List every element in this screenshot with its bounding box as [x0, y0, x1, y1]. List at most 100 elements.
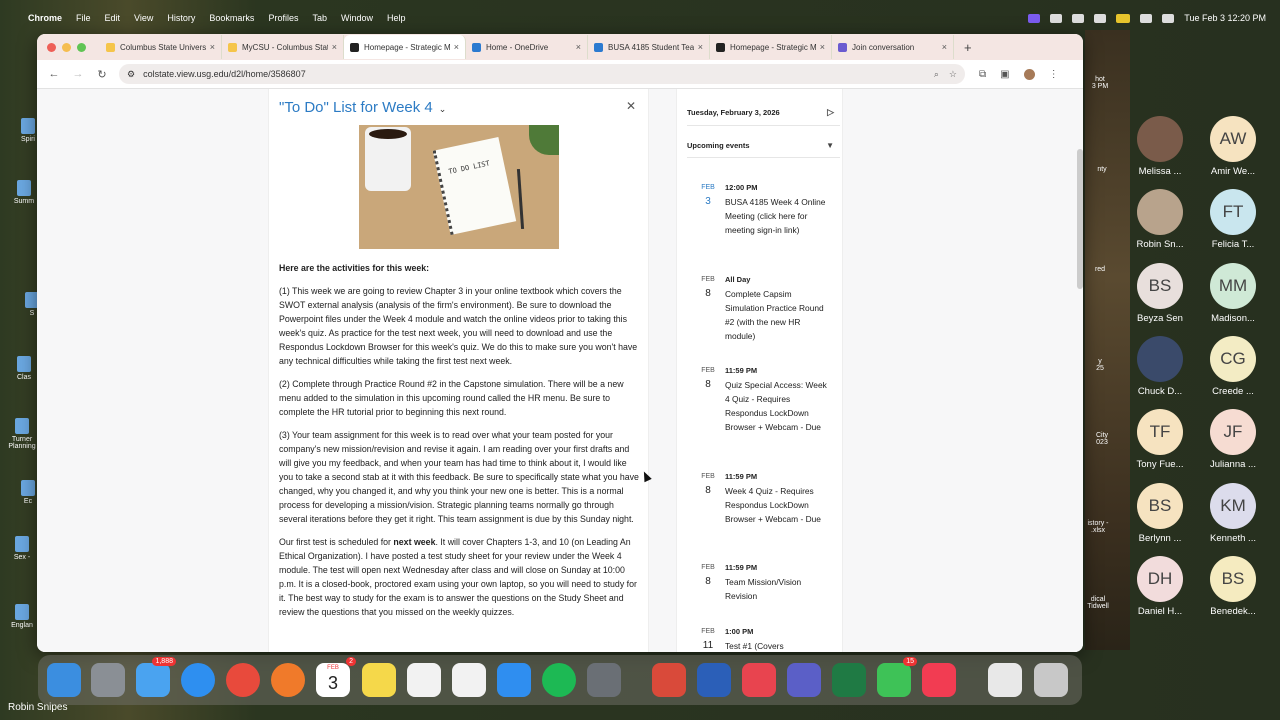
calendar-event[interactable]: FEB 11 1:00 PM Test #1 (Covers	[697, 625, 827, 652]
event-title[interactable]: Week 4 Quiz - Requires Respondus LockDow…	[725, 484, 827, 526]
screen-share-icon[interactable]	[1028, 13, 1041, 23]
battery-icon[interactable]	[1116, 13, 1131, 23]
participant-tile[interactable]: MM Madison...	[1198, 262, 1268, 324]
event-title[interactable]: Complete Capsim Simulation Practice Roun…	[725, 287, 827, 343]
word-icon[interactable]	[697, 663, 731, 697]
browser-tab[interactable]: Columbus State Universit ×	[100, 35, 222, 59]
chrome-icon[interactable]	[226, 663, 260, 697]
browser-tab[interactable]: Join conversation ×	[832, 35, 954, 59]
zoom-icon[interactable]: ⌕	[934, 69, 939, 80]
app-store-icon[interactable]	[497, 663, 531, 697]
participant-tile[interactable]: Melissa ...	[1125, 116, 1195, 177]
profile-avatar[interactable]	[1023, 68, 1035, 80]
browser-tab[interactable]: Homepage - Strategic M ×	[710, 35, 832, 59]
participant-tile[interactable]: TF Tony Fue...	[1125, 409, 1195, 470]
event-title[interactable]: BUSA 4185 Week 4 Online Meeting (click h…	[725, 195, 827, 237]
participant-tile[interactable]: JF Julianna ...	[1198, 409, 1268, 470]
excel-icon[interactable]	[832, 663, 866, 697]
desktop-file[interactable]: Sex -	[2, 536, 42, 561]
minimize-window-button[interactable]	[62, 42, 71, 52]
menu-app-name[interactable]: Chrome	[28, 13, 62, 23]
page-scrollbar[interactable]	[1077, 149, 1083, 289]
desktop-file[interactable]: red	[1080, 266, 1120, 273]
calendar-date-header[interactable]: Tuesday, February 3, 2026 ▷	[687, 99, 840, 126]
calendar-event[interactable]: FEB 8 11:59 PM Team Mission/Vision Revis…	[697, 561, 827, 603]
browser-tab[interactable]: BUSA 4185 Student Team ×	[588, 35, 710, 59]
mail-icon[interactable]: 1,888	[136, 657, 176, 697]
more-menu-icon[interactable]: ⋮	[1049, 69, 1059, 80]
extensions-icon[interactable]: ⧉	[979, 69, 986, 80]
participant-tile[interactable]: Robin Sn...	[1125, 189, 1195, 250]
next-day-icon[interactable]: ▷	[827, 107, 834, 118]
iphone-mirroring-icon[interactable]	[587, 663, 621, 697]
powerpoint-icon[interactable]	[652, 663, 686, 697]
close-tab-icon[interactable]: ×	[210, 42, 215, 52]
site-info-icon[interactable]: ⚙	[127, 69, 135, 80]
participant-tile[interactable]: BS Beyza Sen	[1125, 262, 1195, 324]
bluetooth-icon[interactable]	[1094, 13, 1107, 23]
back-arrow-icon[interactable]: ←	[47, 68, 61, 80]
reminders-icon[interactable]	[407, 663, 441, 697]
close-tab-icon[interactable]: ×	[942, 42, 947, 52]
caret-down-icon[interactable]: ▼	[826, 141, 834, 150]
event-title[interactable]: Test #1 (Covers	[725, 639, 827, 652]
downloads-stack-icon[interactable]	[988, 663, 1022, 697]
participant-tile[interactable]: AW Amir We...	[1198, 116, 1268, 177]
participant-tile[interactable]: Chuck D...	[1125, 335, 1195, 397]
safari-icon[interactable]	[181, 663, 215, 697]
forward-arrow-icon[interactable]: →	[71, 68, 85, 80]
desktop-file[interactable]: Turner Planning	[2, 418, 42, 450]
menu-file[interactable]: File	[76, 13, 91, 23]
participant-tile[interactable]: BS Berlynn ...	[1125, 482, 1195, 544]
menu-history[interactable]: History	[167, 13, 195, 23]
menu-help[interactable]: Help	[387, 13, 406, 23]
zoom-window-button[interactable]	[77, 42, 86, 52]
close-tab-icon[interactable]: ×	[332, 42, 337, 52]
new-tab-button[interactable]: +	[964, 40, 972, 55]
photos-icon[interactable]	[452, 663, 486, 697]
bookmark-star-icon[interactable]: ☆	[949, 69, 957, 80]
menu-bookmarks[interactable]: Bookmarks	[209, 13, 254, 23]
firefox-icon[interactable]	[271, 663, 305, 697]
chevron-down-icon[interactable]: ⌄	[439, 104, 447, 114]
calendar-event[interactable]: FEB 3 12:00 PM BUSA 4185 Week 4 Online M…	[697, 181, 827, 237]
close-icon[interactable]: ✕	[626, 99, 636, 113]
side-panel-icon[interactable]: ▣	[1000, 69, 1009, 80]
news-icon[interactable]	[742, 663, 776, 697]
desktop-file[interactable]: Englan	[2, 604, 42, 629]
spotify-icon[interactable]	[542, 663, 576, 697]
upcoming-events-toggle[interactable]: Upcoming events ▼	[687, 133, 840, 158]
menu-window[interactable]: Window	[341, 13, 373, 23]
finder-icon[interactable]	[47, 663, 81, 697]
close-tab-icon[interactable]: ×	[698, 42, 703, 52]
address-bar[interactable]: ⚙ colstate.view.usg.edu/d2l/home/3586807…	[119, 64, 965, 84]
close-tab-icon[interactable]: ×	[820, 42, 825, 52]
calendar-event[interactable]: FEB 8 11:59 PM Quiz Special Access: Week…	[697, 364, 827, 434]
music-icon[interactable]	[922, 663, 956, 697]
calendar-app-icon[interactable]: FEB 3 2	[316, 657, 356, 697]
desktop-file[interactable]: istory - .xlsx	[1078, 520, 1118, 534]
desktop-file[interactable]: hot 3 PM	[1080, 76, 1120, 90]
desktop-file[interactable]: City 023	[1082, 432, 1122, 446]
participant-tile[interactable]: KM Kenneth ...	[1198, 482, 1268, 544]
participant-tile[interactable]: CG Creede ...	[1198, 335, 1268, 397]
close-tab-icon[interactable]: ×	[454, 42, 459, 52]
airdrop-icon[interactable]	[1072, 13, 1085, 23]
control-center-icon[interactable]	[1162, 13, 1175, 23]
menu-tab[interactable]: Tab	[312, 13, 327, 23]
todo-title[interactable]: "To Do" List for Week 4 ⌄	[279, 99, 446, 116]
browser-tab[interactable]: Home - OneDrive ×	[466, 35, 588, 59]
menubar-clock[interactable]: Tue Feb 3 12:20 PM	[1184, 13, 1266, 23]
menu-profiles[interactable]: Profiles	[268, 13, 298, 23]
messages-icon[interactable]: 15	[877, 657, 917, 697]
desktop-file[interactable]: y 25	[1080, 358, 1120, 372]
teams-icon[interactable]	[787, 663, 821, 697]
calendar-event[interactable]: FEB 8 11:59 PM Week 4 Quiz - Requires Re…	[697, 470, 827, 526]
menu-edit[interactable]: Edit	[105, 13, 121, 23]
calendar-event[interactable]: FEB 8 All Day Complete Capsim Simulation…	[697, 273, 827, 343]
reload-icon[interactable]: ↻	[95, 68, 109, 81]
menu-view[interactable]: View	[134, 13, 153, 23]
event-title[interactable]: Quiz Special Access: Week 4 Quiz - Requi…	[725, 378, 827, 434]
cloud-icon[interactable]	[1050, 13, 1063, 23]
browser-tab[interactable]: MyCSU - Columbus State ×	[222, 35, 344, 59]
